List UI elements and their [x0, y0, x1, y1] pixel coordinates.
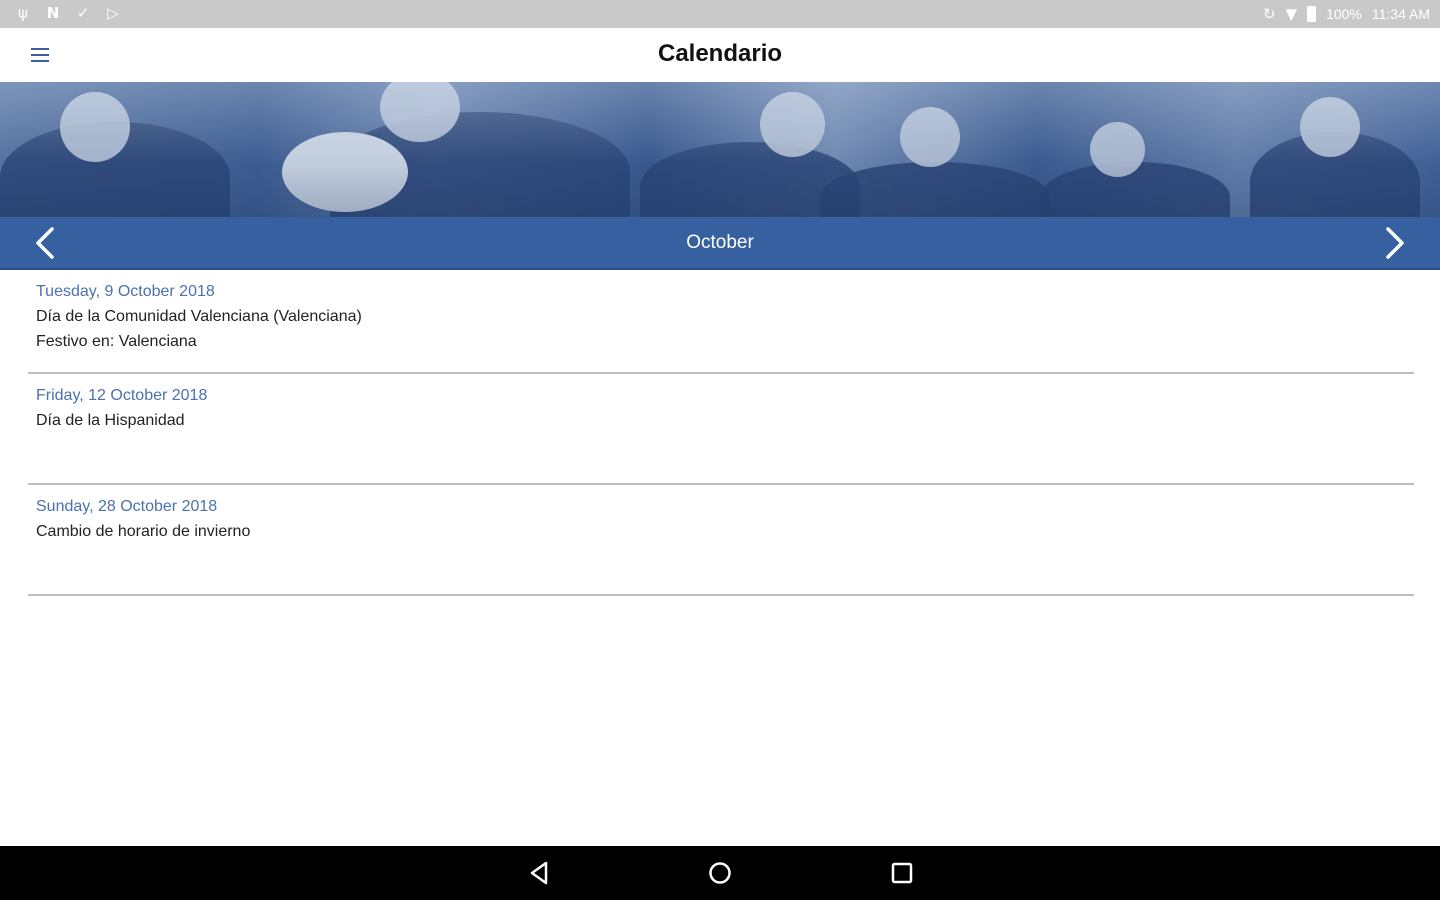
status-time: 11:34 AM [1371, 6, 1430, 22]
battery-percent: 100% [1326, 6, 1362, 22]
chevron-right-icon[interactable] [1374, 223, 1414, 263]
event-subtitle: Festivo en: Valenciana [36, 333, 197, 350]
status-icons-right: ↻ ▼ 100% 11:34 AM [1263, 5, 1430, 23]
check-icon: ✓ [76, 4, 90, 22]
status-bar: ψ N ✓ ▷ ↻ ▼ 100% 11:34 AM [0, 0, 1440, 28]
status-icons-left: ψ N ✓ ▷ [14, 4, 122, 22]
back-triangle-icon[interactable] [526, 859, 554, 887]
system-navigation-bar [0, 846, 1440, 900]
play-store-icon: ▷ [107, 4, 119, 22]
event-list: Tuesday, 9 October 2018 Día de la Comuni… [28, 270, 1414, 596]
wifi-icon: ▼ [1285, 5, 1298, 23]
list-item[interactable]: Tuesday, 9 October 2018 Día de la Comuni… [28, 270, 1414, 374]
n-icon: N [46, 4, 60, 22]
page-title: Calendario [657, 40, 783, 67]
event-title: Día de la Comunidad Valenciana (Valencia… [36, 308, 362, 325]
month-title: October [686, 232, 754, 253]
event-date: Friday, 12 October 2018 [36, 387, 208, 404]
home-circle-icon[interactable] [706, 859, 734, 887]
recents-square-icon[interactable] [888, 859, 916, 887]
month-navigation-bar: October [0, 217, 1440, 270]
sync-icon: ↻ [1262, 5, 1276, 23]
event-date: Tuesday, 9 October 2018 [36, 283, 215, 300]
app-bar: Calendario [0, 28, 1440, 82]
event-title: Día de la Hispanidad [36, 412, 185, 429]
event-date: Sunday, 28 October 2018 [36, 498, 218, 515]
battery-icon [1307, 6, 1317, 22]
list-item[interactable]: Sunday, 28 October 2018 Cambio de horari… [28, 485, 1414, 596]
usb-icon: ψ [18, 4, 28, 22]
event-title: Cambio de horario de invierno [36, 523, 251, 540]
list-item[interactable]: Friday, 12 October 2018 Día de la Hispan… [28, 374, 1414, 485]
banner-image [0, 82, 1440, 218]
